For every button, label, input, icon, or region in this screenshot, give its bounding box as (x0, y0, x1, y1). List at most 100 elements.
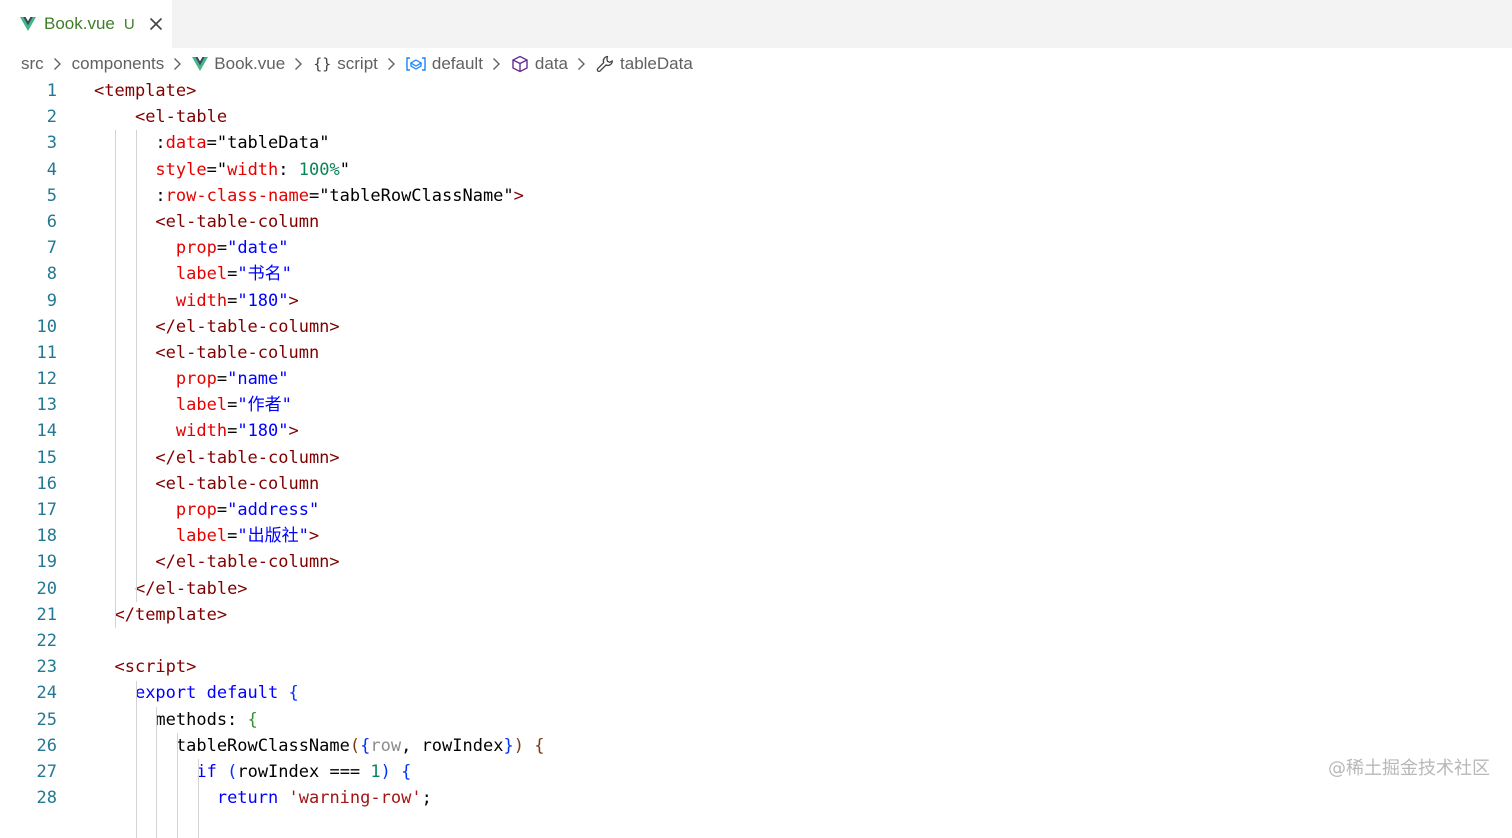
code-line[interactable]: 27 if (rowIndex === 1) { (0, 759, 1512, 785)
line-number: 9 (46, 290, 57, 311)
code-line[interactable]: 16 <el-table-column (0, 471, 1512, 497)
chevron-right-icon (387, 58, 395, 70)
code-token: = (227, 395, 238, 416)
breadcrumb-label: components (71, 54, 165, 73)
code-token: if (196, 761, 217, 782)
cube-icon (512, 55, 528, 73)
code-token: : (278, 159, 299, 180)
code-token: 100% (298, 159, 340, 180)
chevron-right-icon (295, 58, 303, 70)
chevron-right-icon (492, 58, 500, 70)
code-line[interactable]: 9 width="180"> (0, 288, 1512, 314)
code-token: = (227, 290, 238, 311)
code-line[interactable]: 28 return 'warning-row'; (0, 785, 1512, 811)
code-line[interactable]: 22 (0, 628, 1512, 654)
code-token: : (94, 133, 166, 154)
line-number: 3 (46, 133, 57, 154)
code-line[interactable]: 14 width="180"> (0, 418, 1512, 444)
code-line[interactable]: 12 prop="name" (0, 366, 1512, 392)
code-line[interactable]: 8 label="书名" (0, 261, 1512, 287)
code-line[interactable]: 1 <template> (0, 78, 1512, 104)
code-token: <el-table-column (155, 211, 320, 232)
code-token: = (227, 264, 238, 285)
code-line[interactable]: 17 prop="address" (0, 497, 1512, 523)
code-token: } (503, 735, 514, 756)
code-line[interactable]: 20 </el-table> (0, 576, 1512, 602)
code-token: </el-table-column> (155, 447, 340, 468)
code-line[interactable]: 6 <el-table-column (0, 209, 1512, 235)
breadcrumb-item-data[interactable]: data (511, 54, 568, 74)
code-line[interactable]: 3 :data="tableData" (0, 130, 1512, 156)
code-text: width="180"> (94, 418, 299, 444)
code-line[interactable]: 26 tableRowClassName({row, rowIndex}) { (0, 733, 1512, 759)
editor-tab-book-vue[interactable]: Book.vue U (0, 0, 172, 48)
code-token: "作者" (237, 395, 292, 416)
chevron-right-icon (174, 58, 182, 70)
code-token: data (165, 133, 207, 154)
indent-guide (114, 130, 116, 629)
chevron-right-icon (53, 58, 61, 70)
line-number: 28 (36, 788, 57, 809)
code-token: 'warning-row' (288, 788, 422, 809)
indent-guide (135, 130, 137, 602)
code-token: <el-table-column (155, 342, 320, 363)
line-number: 23 (36, 657, 57, 678)
code-line[interactable]: 11 <el-table-column (0, 340, 1512, 366)
code-line[interactable]: 19 </el-table-column> (0, 549, 1512, 575)
tab-title: Book.vue (44, 14, 115, 33)
code-token: =" (206, 159, 228, 180)
code-line[interactable]: 10 </el-table-column> (0, 314, 1512, 340)
code-text: <el-table (94, 104, 227, 130)
breadcrumb-item-book-vue[interactable]: Book.vue (192, 54, 285, 74)
code-token: </el-table-column> (155, 316, 340, 337)
code-line[interactable]: 18 label="出版社"> (0, 523, 1512, 549)
code-line[interactable]: 5 :row-class-name="tableRowClassName"> (0, 183, 1512, 209)
tab-git-status: U (123, 15, 135, 33)
code-token: 1 (370, 761, 381, 782)
code-line[interactable]: 15 </el-table-column> (0, 445, 1512, 471)
code-token: prop (175, 238, 217, 259)
code-line[interactable]: 24 export default { (0, 680, 1512, 706)
code-token: <el-table-column (155, 473, 320, 494)
code-line[interactable]: 21 </template> (0, 602, 1512, 628)
breadcrumb-item-default[interactable]: default (406, 54, 483, 74)
breadcrumb-label: script (337, 54, 378, 73)
code-line[interactable]: 25 methods: { (0, 707, 1512, 733)
indent-guide (156, 706, 158, 838)
braces-icon: {} (313, 55, 332, 73)
breadcrumb-item-src[interactable]: src (21, 54, 44, 74)
code-token: <el-table (134, 107, 228, 128)
code-token: { (247, 709, 258, 730)
breadcrumb-label: tableData (620, 54, 693, 73)
indent-guide (135, 680, 137, 838)
close-icon[interactable] (149, 17, 163, 31)
line-number: 7 (46, 238, 57, 259)
code-editor[interactable]: 1 <template> 2 <el-table 3 :data="tableData… (0, 78, 1512, 838)
line-number: 14 (36, 421, 57, 442)
line-number: 11 (36, 342, 57, 363)
wrench-icon (596, 55, 613, 72)
breadcrumb: src components Book.vue {} script defaul… (0, 48, 1512, 80)
code-text: tableRowClassName({row, rowIndex}) { (94, 733, 545, 759)
breadcrumb-item-tabledata[interactable]: tableData (596, 54, 693, 74)
line-number: 12 (36, 369, 57, 390)
code-line[interactable]: 2 <el-table (0, 104, 1512, 130)
code-token: { (360, 735, 371, 756)
code-token: { (534, 735, 545, 756)
code-token: width (175, 421, 228, 442)
breadcrumb-item-script[interactable]: {} script (313, 54, 378, 74)
code-token: = (216, 369, 228, 390)
code-text: label="出版社"> (94, 523, 319, 549)
code-line[interactable]: 7 prop="date" (0, 235, 1512, 261)
line-number: 16 (36, 473, 57, 494)
code-token: > (288, 290, 299, 311)
code-line[interactable]: 13 label="作者" (0, 392, 1512, 418)
breadcrumb-item-components[interactable]: components (72, 54, 165, 74)
code-line[interactable]: 23 <script> (0, 654, 1512, 680)
code-line[interactable]: 4 style="width: 100%" (0, 157, 1512, 183)
